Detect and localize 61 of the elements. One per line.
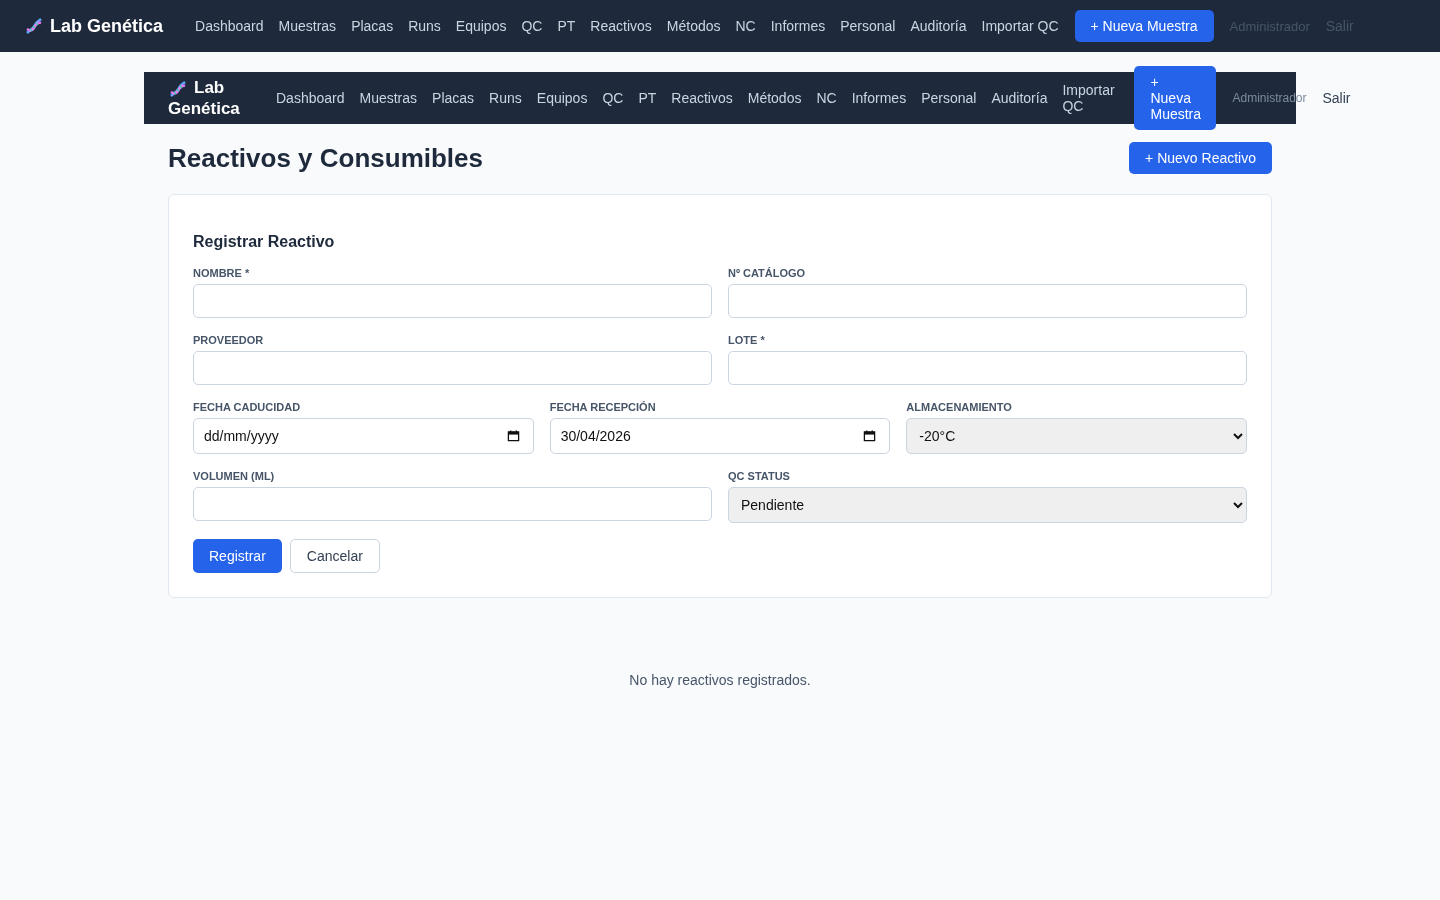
nav-link[interactable]: Dashboard xyxy=(276,90,345,106)
field-label: LOTE * xyxy=(728,334,766,346)
field-label: NOMBRE * xyxy=(193,267,251,279)
field-label: VOLUMEN (ML) xyxy=(193,470,276,482)
field-label: PROVEEDOR xyxy=(193,334,265,346)
nav-link[interactable]: Métodos xyxy=(666,18,721,34)
field-label: ALMACENAMIENTO xyxy=(906,401,1013,413)
form-title: Registrar Reactivo xyxy=(193,233,336,251)
nav-link[interactable]: Personal xyxy=(921,90,977,106)
nav-link[interactable]: Auditoría xyxy=(910,18,967,34)
date-field[interactable]: 30/04/2026 xyxy=(549,418,891,454)
nav-link[interactable]: Auditoría xyxy=(991,90,1048,106)
cancel-button[interactable]: Cancelar xyxy=(289,539,380,573)
field-label: QC STATUS xyxy=(728,470,791,482)
nav-link[interactable]: Equipos xyxy=(536,90,588,106)
field-label: FECHA RECEPCIÓN xyxy=(549,401,657,413)
nav-link[interactable]: QC xyxy=(602,90,624,106)
nav-link[interactable]: Personal xyxy=(840,18,896,34)
field-label: Nº CATÁLOGO xyxy=(728,267,807,279)
nav-link[interactable]: NC xyxy=(735,18,756,34)
nav-link[interactable]: Runs xyxy=(489,90,522,106)
nav-link[interactable]: Muestras xyxy=(359,90,418,106)
dna-icon xyxy=(24,16,44,36)
nav-link[interactable]: Reactivos xyxy=(590,18,652,34)
nav-link[interactable]: Dashboard xyxy=(195,18,264,34)
input-field[interactable] xyxy=(193,284,712,318)
new-sample-button[interactable]: + Nueva Muestra xyxy=(1134,66,1217,130)
input-field[interactable] xyxy=(728,351,1247,385)
nav-link[interactable]: QC xyxy=(521,18,543,34)
field-label: FECHA CADUCIDAD xyxy=(193,401,302,413)
date-field[interactable]: dd/mm/yyyy xyxy=(193,418,534,454)
brand-name[interactable]: Lab Genética xyxy=(50,15,164,37)
nav-link[interactable]: NC xyxy=(816,90,837,106)
select-field[interactable]: Pendiente xyxy=(728,487,1247,523)
nav-link[interactable]: Placas xyxy=(432,90,475,106)
calendar-icon[interactable] xyxy=(863,429,877,442)
dna-icon xyxy=(168,79,188,99)
nav-link[interactable]: PT xyxy=(638,90,657,106)
nav-link[interactable]: Runs xyxy=(408,18,441,34)
nav-link[interactable]: Muestras xyxy=(278,18,337,34)
input-field[interactable] xyxy=(193,351,712,385)
page-title: Reactivos y Consumibles xyxy=(168,142,483,174)
new-sample-button[interactable]: + Nueva Muestra xyxy=(1074,10,1214,42)
brand-name[interactable]: Lab Genética xyxy=(168,77,250,119)
nav-link[interactable]: Reactivos xyxy=(671,90,733,106)
nav-link[interactable]: PT xyxy=(557,18,576,34)
logout-link[interactable]: Salir xyxy=(1322,90,1351,106)
nav-link[interactable]: Métodos xyxy=(747,90,802,106)
nav-link[interactable]: Informes xyxy=(851,90,907,106)
register-button[interactable]: Registrar xyxy=(193,539,282,573)
calendar-icon[interactable] xyxy=(506,429,520,442)
select-field[interactable]: -20°C xyxy=(906,418,1247,454)
empty-message: No hay reactivos registrados. xyxy=(628,672,812,688)
nav-link[interactable]: Placas xyxy=(351,18,394,34)
input-field[interactable] xyxy=(728,284,1247,318)
nav-link[interactable]: Equipos xyxy=(455,18,507,34)
nav-link[interactable]: Informes xyxy=(770,18,826,34)
nav-link[interactable]: Importar QC xyxy=(981,18,1059,34)
input-field[interactable] xyxy=(193,487,712,521)
nav-link[interactable]: Importar QC xyxy=(1062,82,1119,114)
new-reagent-button[interactable]: + Nuevo Reactivo xyxy=(1129,142,1272,174)
